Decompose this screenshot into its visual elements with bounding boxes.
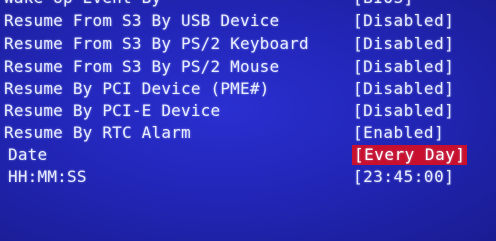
setting-row-resume-pci-device[interactable]: Resume By PCI Device (PME#) [Disabled] [0,79,496,101]
setting-row-date[interactable]: Date [Every Day] [0,145,496,167]
setting-label: Date [8,145,48,164]
setting-value-selected[interactable]: [Every Day] [352,145,468,165]
setting-label: Resume By PCI Device (PME#) [4,79,270,98]
setting-row-resume-s3-ps2-mouse[interactable]: Resume From S3 By PS/2 Mouse [Disabled] [0,57,496,79]
setting-value[interactable]: [23:45:00] [353,167,454,187]
bios-screen: Wake Up Event By [BIOS] Resume From S3 B… [0,0,496,241]
setting-row-resume-rtc-alarm[interactable]: Resume By RTC Alarm [Enabled] [0,123,496,145]
setting-value[interactable]: [BIOS] [353,0,414,8]
setting-label: Resume By PCI-E Device [4,101,221,120]
setting-row-resume-s3-usb[interactable]: Resume From S3 By USB Device [Disabled] [0,11,496,33]
setting-row-time[interactable]: HH:MM:SS [23:45:00] [0,167,496,189]
setting-row-wake-up-event[interactable]: Wake Up Event By [BIOS] [0,0,496,10]
setting-label: Resume From S3 By PS/2 Keyboard [4,34,309,53]
setting-value[interactable]: [Disabled] [353,79,454,99]
setting-row-resume-s3-ps2-keyboard[interactable]: Resume From S3 By PS/2 Keyboard [Disable… [0,34,496,56]
setting-value[interactable]: [Disabled] [353,11,454,31]
setting-label: Resume By RTC Alarm [4,123,191,142]
setting-value[interactable]: [Disabled] [353,57,454,77]
setting-label: Resume From S3 By USB Device [4,11,280,30]
setting-value[interactable]: [Disabled] [353,101,454,121]
setting-label: HH:MM:SS [8,167,87,186]
setting-row-resume-pci-e-device[interactable]: Resume By PCI-E Device [Disabled] [0,101,496,123]
setting-label: Resume From S3 By PS/2 Mouse [4,57,280,76]
setting-value[interactable]: [Disabled] [353,34,454,54]
setting-value[interactable]: [Enabled] [353,123,444,143]
setting-label: Wake Up Event By [4,0,161,8]
